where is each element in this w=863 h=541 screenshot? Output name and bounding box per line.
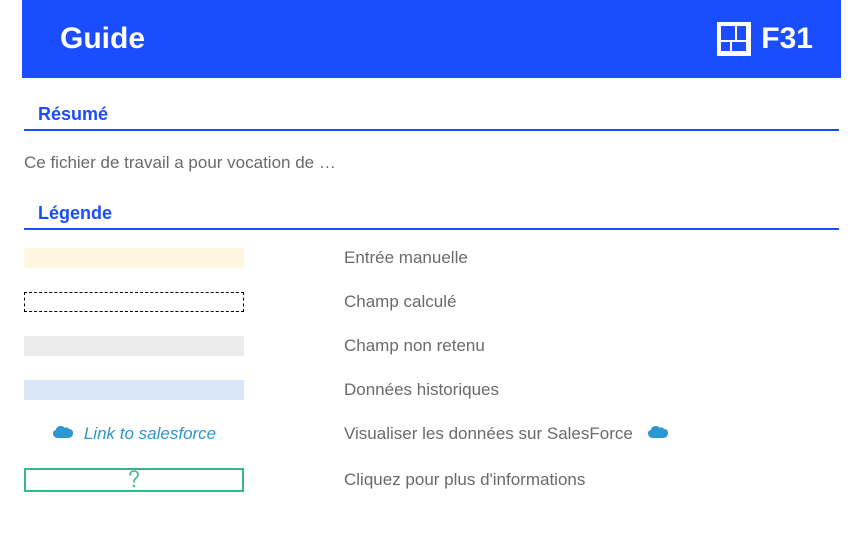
legend-row-nonretained: Champ non retenu: [24, 336, 839, 356]
swatch-cell: [24, 468, 244, 492]
legend-row-historical: Données historiques: [24, 380, 839, 400]
swatch-historical: [24, 380, 244, 400]
page-title: Guide: [60, 22, 145, 56]
intro-text: Ce fichier de travail a pour vocation de…: [24, 153, 863, 173]
help-icon: [128, 470, 140, 491]
legend-label: Champ calculé: [344, 292, 456, 312]
legend-row-calculated: Champ calculé: [24, 292, 839, 312]
section-heading-legend: Légende: [24, 195, 839, 230]
legend: Entrée manuelle Champ calculé Champ non …: [24, 248, 839, 492]
swatch-cell: [24, 248, 244, 268]
section-heading-summary: Résumé: [24, 96, 839, 131]
legend-label: Données historiques: [344, 380, 499, 400]
header: Guide F31: [22, 0, 841, 78]
cloud-icon: [647, 424, 669, 444]
swatch-cell: [24, 336, 244, 356]
logo-text: F31: [761, 22, 813, 56]
legend-label: Champ non retenu: [344, 336, 485, 356]
help-button[interactable]: [24, 468, 244, 492]
legend-row-help: Cliquez pour plus d'informations: [24, 468, 839, 492]
salesforce-link[interactable]: Link to salesforce: [24, 424, 244, 444]
legend-label: Entrée manuelle: [344, 248, 468, 268]
cloud-icon: [52, 424, 74, 444]
swatch-cell: Link to salesforce: [24, 424, 244, 444]
legend-label-text: Visualiser les données sur SalesForce: [344, 424, 633, 444]
legend-label: Visualiser les données sur SalesForce: [344, 424, 669, 444]
swatch-non-retained: [24, 336, 244, 356]
swatch-cell: [24, 292, 244, 312]
salesforce-link-text: Link to salesforce: [84, 424, 216, 444]
swatch-manual: [24, 248, 244, 268]
legend-label: Cliquez pour plus d'informations: [344, 470, 585, 490]
swatch-calculated: [24, 292, 244, 312]
legend-row-salesforce: Link to salesforce Visualiser les donnée…: [24, 424, 839, 444]
legend-row-manual: Entrée manuelle: [24, 248, 839, 268]
logo-icon: [717, 22, 751, 56]
logo: F31: [717, 22, 813, 56]
swatch-cell: [24, 380, 244, 400]
